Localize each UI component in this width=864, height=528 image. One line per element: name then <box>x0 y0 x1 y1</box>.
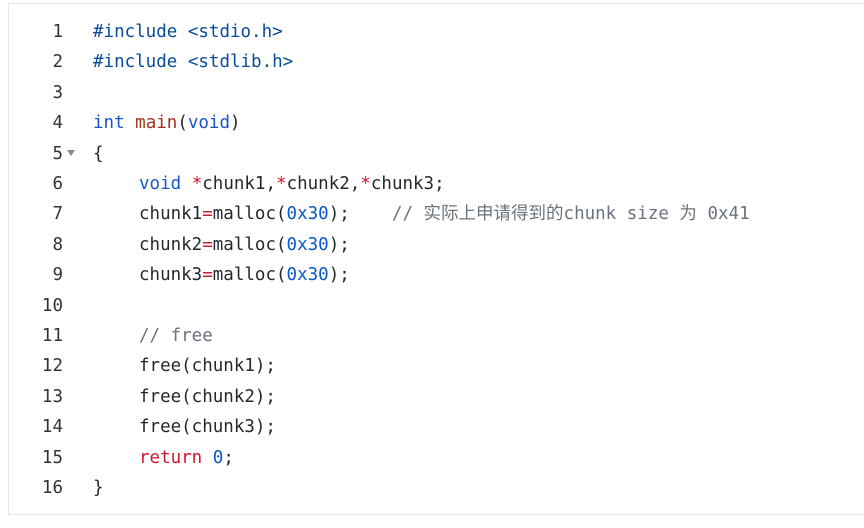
code-token: #include <box>93 52 178 73</box>
line-number: 2 <box>52 52 63 73</box>
line-number: 10 <box>41 295 63 316</box>
code-line[interactable]: 16} <box>9 473 864 503</box>
code-text: int main(void) <box>93 108 241 138</box>
code-line[interactable]: 7 chunk1=malloc(0x30); // 实际上申请得到的chunk s… <box>9 199 864 229</box>
code-token: chunk2 <box>139 234 203 255</box>
code-token: 0x30 <box>286 204 329 225</box>
code-text: return 0; <box>93 443 234 473</box>
code-text: free(chunk2); <box>93 382 276 412</box>
code-token: } <box>93 478 104 498</box>
code-line[interactable]: 3 <box>9 78 864 108</box>
code-text: } <box>93 473 104 503</box>
code-token: ( <box>177 113 188 134</box>
code-line[interactable]: 13 free(chunk2); <box>9 382 864 412</box>
code-token: int <box>93 113 125 134</box>
code-text: chunk1=malloc(0x30); // 实际上申请得到的chunk si… <box>93 199 750 229</box>
code-token: free(chunk2); <box>139 386 276 407</box>
code-line[interactable]: 2 #include <stdlib.h> <box>9 47 864 77</box>
code-text: { <box>93 139 104 169</box>
code-line[interactable]: 15 return 0; <box>9 443 864 473</box>
code-token: chunk1, <box>202 174 277 194</box>
code-token: chunk3 <box>139 265 203 286</box>
code-token: * <box>360 174 371 194</box>
code-token: // 实际上申请得到的chunk size 为 0x41 <box>391 204 750 225</box>
line-number: 8 <box>52 234 63 255</box>
code-line[interactable]: 9 chunk3=malloc(0x30); <box>9 260 864 290</box>
code-token: ); <box>328 204 350 225</box>
line-number: 13 <box>41 386 63 407</box>
code-token: 0x30 <box>286 265 329 286</box>
line-number: 14 <box>41 417 63 438</box>
code-token: void <box>139 174 182 194</box>
line-number: 11 <box>41 326 63 346</box>
line-number: 15 <box>41 447 63 468</box>
code-line[interactable]: 10 <box>9 291 864 321</box>
code-token: chunk3; <box>370 174 445 194</box>
line-number: 3 <box>52 82 63 103</box>
line-number: 16 <box>41 478 63 498</box>
code-line[interactable]: 6 void *chunk1,*chunk2,*chunk3; <box>9 169 864 199</box>
code-token: void <box>187 113 231 134</box>
code-token: malloc( <box>212 204 287 225</box>
code-line[interactable]: 1 #include <stdio.h> <box>9 17 864 47</box>
code-token: 0x30 <box>286 234 329 255</box>
line-number: 9 <box>52 265 63 286</box>
code-token: = <box>202 265 213 286</box>
code-token: ); <box>328 265 350 286</box>
code-token: ) <box>230 113 241 134</box>
code-token: free(chunk1); <box>139 356 276 377</box>
code-token: main <box>135 113 178 134</box>
code-token: * <box>191 174 203 194</box>
code-token: free(chunk3); <box>139 417 276 438</box>
code-token: { <box>93 143 104 164</box>
code-token: ; <box>223 447 234 468</box>
code-token: chunk1 <box>139 204 203 225</box>
code-token: <stdio.h> <box>177 22 283 42</box>
code-text: free(chunk3); <box>93 412 276 442</box>
code-line[interactable]: 4 int main(void) <box>9 108 864 138</box>
line-number: 12 <box>41 356 63 377</box>
code-token: return <box>139 447 203 468</box>
code-token: <stdlib.h> <box>177 52 294 73</box>
code-token: #include <box>93 22 178 42</box>
code-line[interactable]: 11 // free <box>9 321 864 351</box>
code-token: malloc( <box>212 234 287 255</box>
code-text: #include <stdlib.h> <box>93 47 293 77</box>
code-text: chunk2=malloc(0x30); <box>93 230 350 260</box>
code-token: malloc( <box>212 265 287 286</box>
code-line[interactable]: 14 free(chunk3); <box>9 412 864 442</box>
code-text: chunk3=malloc(0x30); <box>93 260 350 290</box>
code-token: 0 <box>212 447 224 468</box>
code-line[interactable]: 5{ <box>9 139 864 169</box>
code-text: // free <box>93 321 213 351</box>
code-line[interactable]: 8 chunk2=malloc(0x30); <box>9 230 864 260</box>
code-token: * <box>276 174 287 194</box>
fold-arrow-down-icon[interactable] <box>67 149 75 156</box>
code-token: // free <box>139 326 213 346</box>
line-number: 1 <box>52 22 63 42</box>
line-number: 4 <box>52 113 63 134</box>
code-token: ); <box>328 234 350 255</box>
code-text: free(chunk1); <box>93 351 276 381</box>
code-token: chunk2, <box>286 174 361 194</box>
code-line[interactable]: 12 free(chunk1); <box>9 351 864 381</box>
line-number: 5 <box>52 143 63 164</box>
code-editor[interactable]: 1 #include <stdio.h> 2 #include <stdlib.h> 3… <box>8 3 864 515</box>
code-token: = <box>202 204 213 225</box>
line-number: 6 <box>52 174 63 194</box>
code-text: void *chunk1,*chunk2,*chunk3; <box>93 169 445 199</box>
code-token: = <box>202 234 213 255</box>
code-text: #include <stdio.h> <box>93 17 283 47</box>
line-number: 7 <box>52 204 63 225</box>
